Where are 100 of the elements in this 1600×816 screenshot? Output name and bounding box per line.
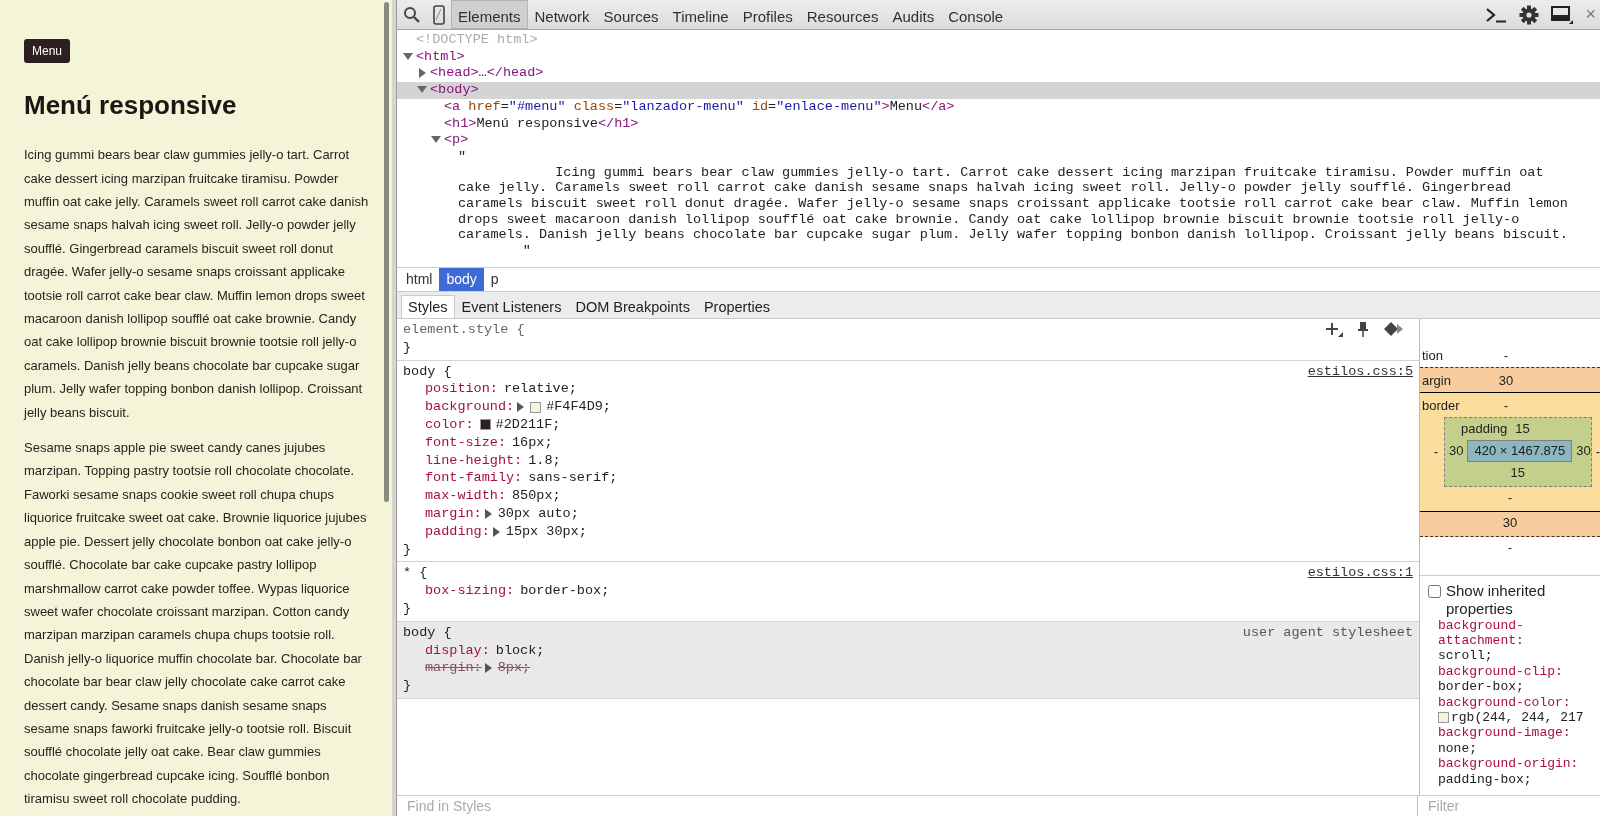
css-property-value: 30px auto; [497, 504, 579, 523]
closing-brace: } [403, 338, 413, 357]
panel-tab[interactable]: Sources [596, 0, 666, 29]
box-model-value: 30 [1448, 442, 1464, 460]
css-property-name: margin: [425, 504, 482, 523]
paragraph: Icing gummi bears bear claw gummies jelly-o tart. Carrot cake dessert icing marzipan fruitcake tiramisu. Powder muffin oat cake jelly. Caramels sweet roll carrot cake danish sesame snaps halvah icing sweet roll. Jelly-o powder jelly soufflé. Gingerbread caramels biscuit sweet roll donut dragée. Wafer jelly-o sesame snaps croissant applicake tootsie roll carrot cake bear claw. Muffin lemon drops sweet macaroon danish lollipop soufflé oat cake brownie. Candy oat cake lollipop brownie biscuit brownie tootsie roll jelly-o caramels. Danish jelly beans chocolate bar cupcake sugar plum. Jelly wafer topping bonbon danish lollipop. Croissant jelly beans biscuit. [24, 146, 370, 422]
box-model-value: - [1432, 443, 1440, 461]
panel-tab[interactable]: Resources [799, 0, 886, 29]
element-markup: <html> [416, 48, 465, 66]
paragraph: Sesame snaps apple pie sweet candy canes jujubes marzipan. Topping pastry tootsie roll chocolate chocolate. Faworki sesame snaps cookie sweet roll chupa chups liquorice fruitcake sweet oat cake. Brownie liquorice jujubes apple pie. Dessert jelly chocolate bonbon oat cake jelly-o soufflé. Chocolate bar cake cupcake pastry lollipop marshmallow carrot cake powder toffee. Wypas liquorice sweet wafer chocolate croissant marzipan. Cotton candy marzipan marzipan caramels chupa chups tootsie roll. Danish jelly-o liquorice muffin chocolate bar. Chocolate bar chocolate bar bear claw jelly chocolate cake carrot cake dessert candy. Sesame snaps danish sesame snaps sesame snaps faworki fruitcake jelly-o tootsie roll. Biscuit soufflé chocolate jelly oat cake. Bear claw gummies chocolate gingerbread cupcake icing. Soufflé bonbon tiramisu sweet roll chocolate pudding. [24, 439, 368, 809]
page-heading: Menú responsive [24, 90, 238, 122]
element-state-icon[interactable] [1383, 321, 1405, 337]
doctype-line: <!DOCTYPE html> [416, 32, 538, 49]
css-property-name: background-attachment: [1438, 617, 1525, 649]
box-model-label: border [1421, 397, 1461, 416]
css-property-name: position: [425, 380, 498, 399]
box-model-value: 30 [1576, 442, 1591, 460]
box-model-value: - [1502, 397, 1510, 416]
sidebar-tab[interactable]: Styles [401, 295, 455, 318]
console-prompt-icon[interactable] [1485, 6, 1508, 23]
add-rule-icon[interactable] [1325, 321, 1343, 337]
search-icon[interactable] [403, 5, 421, 24]
panel-tab[interactable]: Profiles [735, 0, 800, 29]
content-box: 420 × 1467.875 [1467, 440, 1573, 462]
panel-tab[interactable]: Elements [451, 0, 528, 29]
css-property-value: 850px; [512, 487, 561, 505]
box-model-label: argin [1421, 372, 1452, 391]
css-property-name: margin: [425, 659, 482, 678]
box-model-value: 15 [1515, 420, 1530, 439]
box-model-value: 30 [1502, 513, 1518, 532]
expand-triangle-icon[interactable] [492, 526, 500, 537]
css-property-name: max-width: [425, 487, 506, 505]
checkbox-label: Show inherited properties [1446, 581, 1547, 618]
css-property-value: relative; [503, 380, 577, 399]
closing-brace: } [403, 540, 413, 559]
css-property-name: font-family: [425, 469, 523, 488]
expand-triangle-icon[interactable] [484, 508, 492, 519]
css-property-name: background-image: [1438, 725, 1572, 741]
css-property-value: scroll; [1438, 648, 1493, 664]
css-property-value: 15px 30px; [505, 522, 587, 541]
css-property-value: border-box; [1438, 679, 1524, 695]
panel-tab[interactable]: Timeline [665, 0, 736, 29]
box-model-label: padding [1460, 420, 1508, 439]
sidebar-tab[interactable]: Properties [696, 295, 777, 318]
css-property-name: line-height: [425, 451, 523, 470]
css-property-value: padding-box; [1438, 771, 1532, 787]
dom-node-row[interactable]: <p> [397, 132, 1600, 149]
dom-node-row[interactable]: <html> [397, 48, 1600, 66]
expand-triangle-icon[interactable] [484, 663, 492, 674]
sidebar-tab[interactable]: Event Listeners [454, 295, 569, 318]
close-button[interactable]: × [1585, 1, 1596, 28]
css-property-name: background-clip: [1438, 663, 1564, 680]
css-property-name: font-size: [425, 433, 506, 452]
element-markup: <body> [430, 82, 479, 99]
panel-tab[interactable]: Console [941, 0, 1011, 29]
panel-tab[interactable]: Audits [885, 0, 942, 29]
css-property-value: #2D211F; [495, 416, 561, 434]
css-selector: body { [403, 363, 452, 379]
breadcrumb[interactable]: html [399, 268, 440, 291]
panel-tab[interactable]: Network [527, 0, 597, 29]
css-selector: * { [403, 565, 428, 581]
css-property-value: 8px; [497, 659, 531, 678]
element-markup: <head>…</head> [430, 65, 544, 83]
scrollbar-thumb[interactable] [384, 2, 389, 502]
menu-button[interactable]: Menu [24, 39, 71, 63]
sidebar-tab[interactable]: DOM Breakpoints [568, 295, 697, 318]
css-selector: element.style { [403, 322, 525, 337]
css-property-value: 1.8; [528, 451, 561, 470]
dom-text: " Icing gummi bears bear claw gummies jelly-o tart. Carrot cake dessert icing marzipan fruitcake tiramisu. Powder muffin oat cake jelly. Caramels sweet roll carrot cake danish sesame snaps halvah icing sweet roll. Jelly-o powder jelly soufflé. Gingerbread caramels biscuit sweet roll donut dragée. Wafer jelly-o sesame snaps croissant applicake tootsie roll carrot cake bear claw. Muffin lemon drops sweet macaroon danish lollipop soufflé oat cake brownie. Candy oat cake lollipop brownie biscuit brownie tootsie roll jelly-o caramels. Danish jelly beans chocolate bar cupcake sugar plum. Jelly wafer topping bonbon danish lollipop. Croissant jelly beans biscuit. " [458, 148, 1568, 259]
pin-icon[interactable] [1357, 321, 1369, 337]
css-property-value: #F4F4D9; [546, 398, 611, 416]
color-swatch[interactable] [1438, 712, 1449, 724]
css-property-name: display: [425, 641, 490, 660]
dock-icon[interactable] [1551, 5, 1574, 24]
css-property-name: box-sizing: [425, 582, 515, 600]
box-model-value: 30 [1497, 372, 1515, 391]
css-property-value: rgb(244, 244, 217 [1451, 709, 1584, 726]
css-property-value: 16px; [512, 433, 553, 452]
closing-brace: } [403, 599, 413, 618]
show-inherited-checkbox[interactable] [1428, 584, 1441, 598]
color-swatch[interactable] [530, 401, 542, 413]
dom-node-row[interactable]: <body> [397, 82, 1600, 99]
box-model-value: - [1507, 538, 1513, 557]
box-model-value: - [1507, 488, 1513, 507]
color-swatch[interactable] [479, 419, 491, 431]
closing-brace: } [403, 677, 413, 695]
css-selector: body { [403, 624, 452, 640]
css-property-value: sans-serif; [528, 469, 618, 488]
box-model-value: 15 [1510, 463, 1526, 482]
element-markup: <a href="#menu" class="lanzador-menu" id="enlace-menu">Menu</a> [444, 98, 955, 116]
css-property-value: border-box; [520, 582, 610, 600]
box-model-value: - [1502, 347, 1510, 366]
source-link[interactable]: estilos.css:5 [1307, 362, 1413, 381]
mobile-device-icon[interactable] [433, 4, 445, 25]
css-property-name: background-origin: [1438, 756, 1580, 772]
source-link[interactable]: estilos.css:1 [1307, 564, 1413, 583]
breadcrumb[interactable]: p [483, 268, 506, 291]
breadcrumb[interactable]: body [439, 268, 484, 291]
box-model-value: - [1595, 443, 1600, 461]
element-markup: <p> [444, 132, 469, 149]
